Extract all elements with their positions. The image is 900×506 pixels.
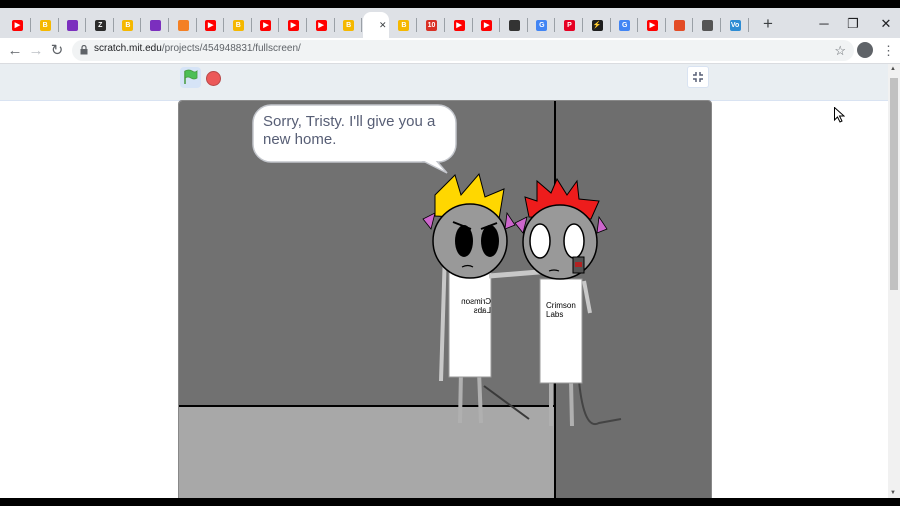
- url-path: /projects/454948831/fullscreen/: [161, 43, 301, 54]
- browser-tab[interactable]: ▶: [473, 12, 501, 38]
- floor: [179, 406, 555, 498]
- close-window-icon[interactable]: ✕: [876, 16, 896, 32]
- tab-favicon-icon: Vo: [729, 19, 741, 31]
- browser-window: ▶ B Z B ▶ B ▶ ▶ ▶ B ✕ B 10 ▶ ▶ G P ⚡ G ▶ Vo + ─ ❐ ✕ ← → ↻ sc…: [0, 8, 900, 498]
- tab-favicon-icon: ⚡: [591, 19, 603, 31]
- page-content: Sorry, Tristy. I'll give you a new home.…: [0, 64, 888, 498]
- project-stage[interactable]: Sorry, Tristy. I'll give you a new home.…: [178, 100, 712, 498]
- tab-favicon-icon: ▶: [260, 19, 272, 31]
- menu-icon[interactable]: ⋮: [882, 43, 895, 59]
- tab-favicon-icon: ▶: [453, 19, 465, 31]
- green-flag-button[interactable]: [180, 67, 201, 88]
- exit-fullscreen-button[interactable]: [687, 66, 709, 88]
- browser-tab[interactable]: ▶: [446, 12, 473, 38]
- tab-favicon-icon: G: [619, 19, 631, 31]
- browser-tab[interactable]: ▶: [639, 12, 666, 38]
- browser-tab[interactable]: B: [32, 12, 59, 38]
- reload-icon[interactable]: ↻: [48, 42, 66, 60]
- extension-icon[interactable]: [857, 42, 873, 58]
- tab-favicon-icon: ▶: [481, 19, 493, 31]
- browser-tab[interactable]: ▶: [197, 12, 225, 38]
- unfullscreen-icon: [693, 72, 703, 82]
- page-scrollbar[interactable]: ▲ ▼: [888, 64, 900, 498]
- scrollbar-thumb[interactable]: [890, 78, 898, 290]
- url-text: scratch.mit.edu/projects/454948831/fulls…: [94, 43, 301, 54]
- browser-tab[interactable]: ▶: [252, 12, 280, 38]
- tab-favicon-icon: [702, 19, 713, 31]
- browser-tab[interactable]: Vo: [722, 12, 749, 38]
- restore-icon[interactable]: ❐: [843, 16, 863, 32]
- minimize-icon[interactable]: ─: [814, 16, 834, 32]
- browser-tab[interactable]: [142, 12, 169, 38]
- browser-tab[interactable]: [170, 12, 197, 38]
- browser-tab[interactable]: B: [335, 12, 363, 38]
- browser-tab[interactable]: Z: [87, 12, 114, 38]
- browser-tab[interactable]: G: [611, 12, 639, 38]
- browser-tab[interactable]: [501, 12, 528, 38]
- browser-tab[interactable]: ▶: [280, 12, 307, 38]
- stop-button[interactable]: [206, 71, 221, 86]
- tab-favicon-icon: [508, 19, 520, 31]
- new-tab-button[interactable]: +: [760, 15, 776, 32]
- browser-toolbar: ← → ↻ scratch.mit.edu/projects/454948831…: [0, 38, 900, 64]
- browser-tab[interactable]: G: [528, 12, 556, 38]
- tab-favicon-icon: ▶: [315, 19, 327, 31]
- shirt-label-left: Crimson Labs: [461, 297, 491, 315]
- tab-favicon-icon: ▶: [288, 19, 299, 31]
- speech-bubble: Sorry, Tristy. I'll give you a new home.: [253, 105, 453, 165]
- tab-favicon-icon: ▶: [205, 19, 217, 31]
- tab-favicon-icon: [674, 19, 686, 31]
- tab-active[interactable]: ✕: [362, 12, 389, 38]
- close-tab-icon[interactable]: ✕: [379, 20, 387, 31]
- tab-favicon-icon: [177, 19, 189, 31]
- tab-favicon-icon: B: [398, 19, 410, 31]
- mouse-cursor-icon: [834, 107, 845, 123]
- tab-favicon-icon: ▶: [646, 19, 658, 31]
- browser-tab[interactable]: B: [225, 12, 252, 38]
- tab-favicon-icon: [365, 19, 377, 31]
- tab-favicon-icon: B: [343, 19, 355, 31]
- tab-favicon-icon: P: [564, 19, 575, 31]
- tab-favicon-icon: 10: [426, 19, 437, 31]
- browser-tab[interactable]: ▶: [4, 12, 31, 38]
- address-bar[interactable]: scratch.mit.edu/projects/454948831/fulls…: [72, 40, 854, 61]
- tab-favicon-icon: B: [122, 19, 134, 31]
- scroll-down-icon[interactable]: ▼: [890, 490, 896, 496]
- back-icon[interactable]: ←: [6, 42, 24, 60]
- browser-tab[interactable]: [59, 12, 87, 38]
- browser-tab[interactable]: [666, 12, 694, 38]
- tab-favicon-icon: ▶: [12, 19, 23, 31]
- browser-tab[interactable]: 10: [418, 12, 445, 38]
- browser-tab[interactable]: ⚡: [584, 12, 611, 38]
- tab-favicon-icon: [67, 19, 79, 31]
- browser-tab[interactable]: [694, 12, 721, 38]
- tab-strip: ▶ B Z B ▶ B ▶ ▶ ▶ B ✕ B 10 ▶ ▶ G P ⚡ G ▶ Vo + ─ ❐ ✕: [0, 8, 900, 38]
- scratch-controls: [0, 64, 888, 101]
- browser-tab[interactable]: ▶: [308, 12, 335, 38]
- forward-icon[interactable]: →: [27, 42, 45, 60]
- tab-favicon-icon: [150, 19, 161, 31]
- scroll-up-icon[interactable]: ▲: [890, 66, 896, 72]
- tab-favicon-icon: Z: [94, 19, 106, 31]
- browser-tab[interactable]: B: [114, 12, 142, 38]
- speech-bubble-text: Sorry, Tristy. I'll give you a new home.: [263, 113, 436, 148]
- browser-tab[interactable]: B: [390, 12, 418, 38]
- tab-favicon-icon: B: [39, 19, 51, 31]
- tab-favicon-icon: G: [536, 19, 548, 31]
- bookmark-star-icon[interactable]: ☆: [834, 43, 846, 59]
- shirt-label-right: Crimson Labs: [546, 301, 576, 319]
- green-flag-icon: [184, 69, 198, 84]
- tab-favicon-icon: B: [232, 19, 244, 31]
- url-host: scratch.mit.edu: [94, 43, 162, 54]
- lock-icon: [80, 45, 88, 55]
- browser-tab[interactable]: P: [556, 12, 583, 38]
